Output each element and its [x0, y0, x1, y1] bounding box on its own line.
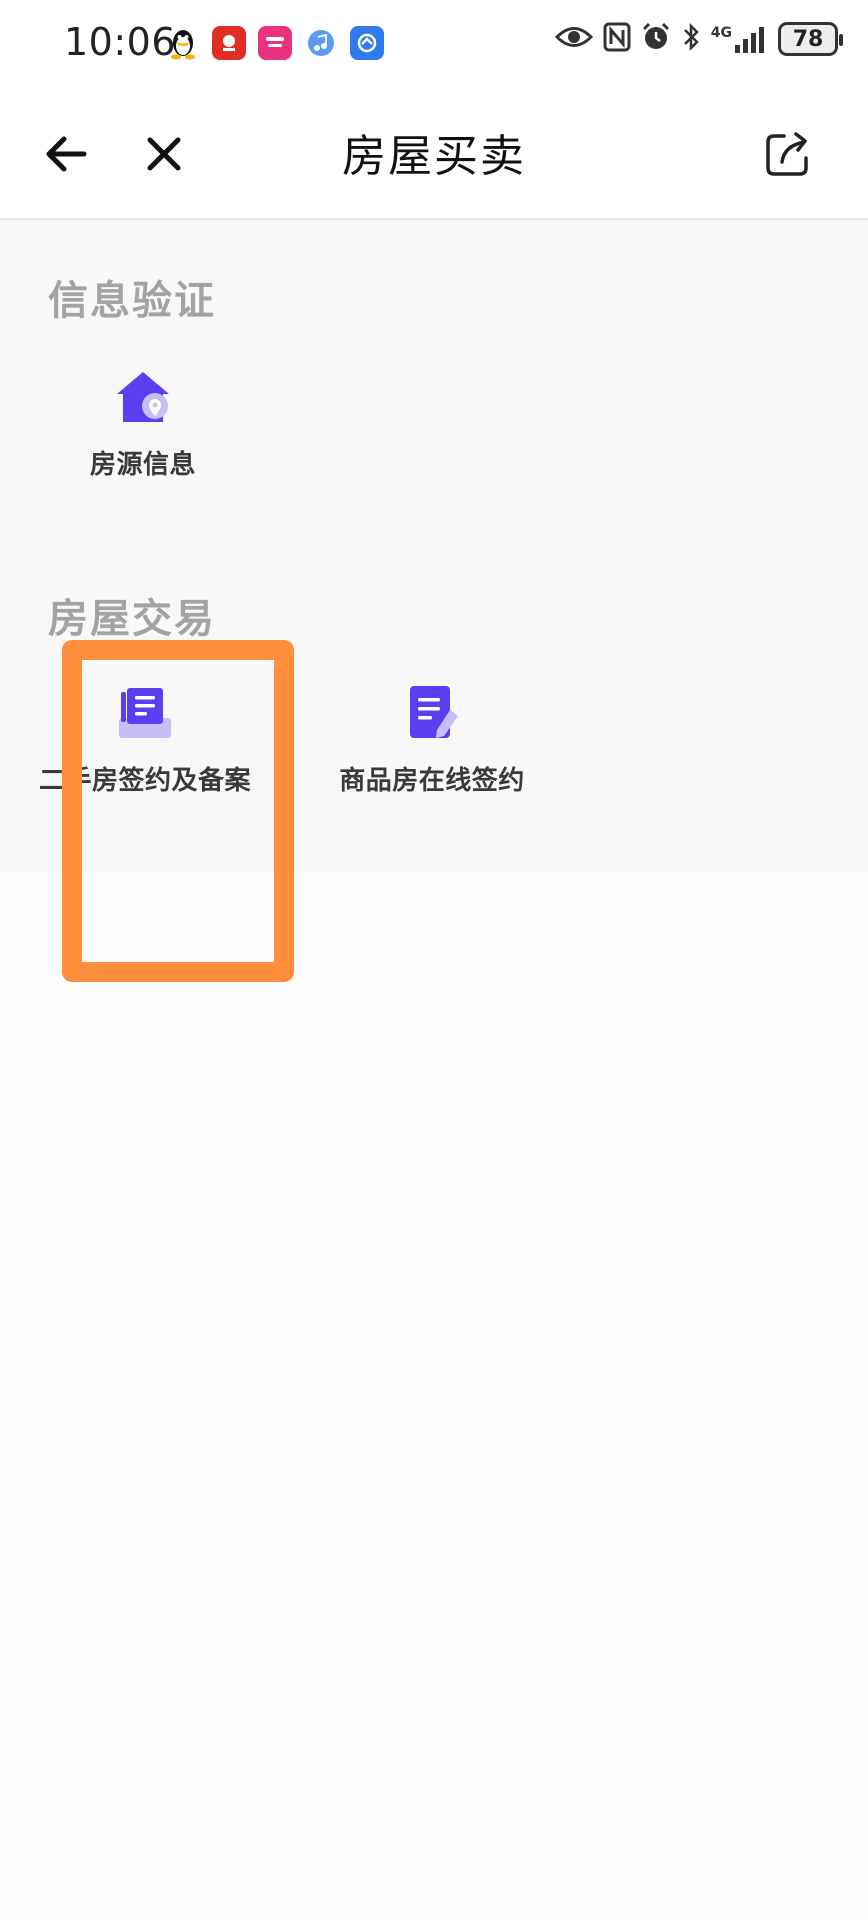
bluetooth-icon [681, 22, 701, 56]
tile-property-info[interactable]: 房源信息 [86, 366, 200, 481]
share-icon[interactable] [760, 126, 816, 182]
battery-level: 78 [792, 26, 824, 52]
battery-icon: 78 [778, 22, 843, 56]
page-title: 房屋买卖 [342, 131, 526, 182]
highlight-box [62, 640, 294, 982]
nav-bar: 房屋买卖 [0, 90, 868, 220]
section-title-info-verification: 信息验证 [48, 278, 216, 324]
nfc-icon [603, 22, 631, 56]
eye-icon [554, 24, 593, 54]
status-bar: 10:06 4G 78 [0, 0, 868, 90]
tile-label-new-house-online-contract: 商品房在线签约 [339, 766, 525, 796]
document-pen-icon [400, 682, 464, 746]
pinduoduo-icon [212, 26, 246, 60]
status-time: 10:06 [64, 20, 177, 64]
notification-icons [166, 26, 384, 60]
alarm-icon [641, 22, 671, 56]
screen: 10:06 4G 78 房屋买卖 信息验证 房源信息 房屋交易 二手房签约及备案… [0, 0, 868, 1920]
signal-4g-icon: 4G [711, 25, 768, 53]
app-badge-icon [350, 26, 384, 60]
tile-label-property-info: 房源信息 [89, 450, 196, 480]
network-type-label: 4G [710, 25, 732, 41]
system-status-icons: 4G 78 [554, 22, 843, 56]
shopping-app-icon [258, 26, 292, 60]
house-location-icon [111, 366, 175, 430]
music-note-icon [304, 26, 338, 60]
qq-penguin-icon [166, 26, 200, 60]
section-title-housing-transaction: 房屋交易 [48, 596, 216, 642]
tile-new-house-online-contract[interactable]: 商品房在线签约 [332, 682, 532, 797]
